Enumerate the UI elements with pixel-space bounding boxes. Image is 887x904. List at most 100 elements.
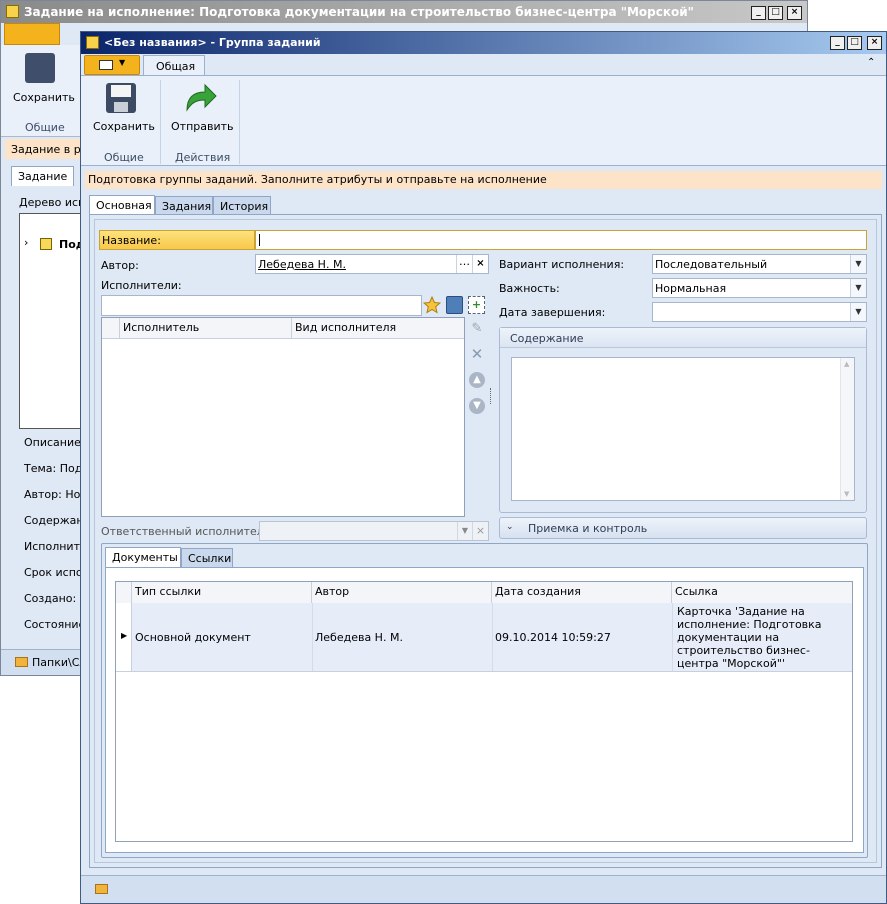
cell-link[interactable]: Карточка 'Задание на исполнение: Подгото…	[677, 605, 849, 670]
ribbon-collapse-icon[interactable]: ⌃	[867, 57, 875, 68]
responsible-label: Ответственный исполнитель:	[101, 525, 275, 538]
variant-select[interactable]: Последовательный ▼	[652, 254, 867, 274]
documents-grid-header: Тип ссылки Автор Дата создания Ссылка	[116, 582, 852, 604]
maximize-button[interactable]: □	[768, 6, 783, 20]
due-date-label: Дата завершения:	[499, 306, 606, 319]
chevron-down-icon: ▼	[119, 58, 126, 67]
scroll-up-icon[interactable]: ▲	[844, 360, 849, 368]
ribbon-tab-general[interactable]: Общая	[143, 55, 205, 76]
row-indicator[interactable]: ▶	[116, 603, 132, 671]
tab-history[interactable]: История	[213, 196, 271, 215]
browse-dots-icon[interactable]: …	[456, 255, 472, 273]
due-date-picker[interactable]: ▼	[652, 302, 867, 322]
table-row[interactable]: ▶ Основной документ Лебедева Н. М. 09.10…	[116, 603, 852, 672]
documents-grid: Тип ссылки Автор Дата создания Ссылка ▶ …	[115, 581, 853, 842]
performers-label: Исполнители:	[101, 279, 182, 292]
column-header-performer-type[interactable]: Вид исполнителя	[292, 318, 464, 338]
variant-label: Вариант исполнения:	[499, 258, 625, 271]
window-title: <Без названия> - Группа заданий	[104, 36, 321, 49]
author-field[interactable]: Лебедева Н. М. … ×	[255, 254, 489, 274]
tab-documents[interactable]: Документы	[105, 547, 181, 567]
cell-author: Лебедева Н. М.	[315, 631, 403, 644]
back-fields-panel: Описание: Тема: Подг Автор: Нов Содержан…	[24, 436, 91, 631]
floppy-icon	[25, 53, 55, 83]
content-group-header: Содержание	[500, 328, 866, 348]
column-header-link[interactable]: Ссылка	[672, 582, 852, 603]
scroll-down-icon[interactable]: ▼	[844, 490, 849, 498]
column-header-author[interactable]: Автор	[312, 582, 492, 603]
move-up-icon[interactable]: ▲	[469, 372, 485, 388]
close-button[interactable]: ×	[867, 36, 882, 50]
chevron-down-icon[interactable]: ▼	[457, 522, 472, 540]
save-button[interactable]: Сохранить	[89, 80, 155, 136]
cell-link-type: Основной документ	[135, 631, 251, 644]
tab-links[interactable]: Ссылки	[181, 548, 233, 567]
checked-task-icon	[40, 238, 52, 250]
titlebar: <Без названия> - Группа заданий _ □ ×	[81, 32, 886, 54]
name-label: Название:	[99, 230, 255, 250]
back-app-menu-button[interactable]	[4, 23, 60, 45]
tab-main[interactable]: Основная	[89, 195, 155, 215]
task-group-icon	[86, 36, 99, 49]
ribbon-tab-row: ▼ Общая ⌃	[81, 54, 886, 76]
move-down-icon[interactable]: ▼	[469, 398, 485, 414]
splitter-grip[interactable]	[490, 388, 493, 404]
importance-select[interactable]: Нормальная ▼	[652, 278, 867, 298]
tab-tasks[interactable]: Задания	[155, 196, 213, 215]
status-bar	[81, 875, 886, 903]
address-book-icon[interactable]	[446, 296, 463, 314]
column-header-created[interactable]: Дата создания	[492, 582, 672, 603]
performers-search-input[interactable]	[101, 295, 422, 316]
ribbon-group-actions: Действия	[175, 151, 231, 164]
minimize-button[interactable]: _	[830, 36, 845, 50]
text-cursor	[259, 234, 260, 246]
ribbon-group-general: Общие	[104, 151, 144, 164]
chevron-down-icon[interactable]: ▼	[850, 303, 866, 321]
acceptance-group-header[interactable]: ⌄ Приемка и контроль	[499, 517, 867, 539]
back-tab-task[interactable]: Задание	[11, 166, 75, 186]
favorites-star-icon[interactable]	[423, 296, 441, 314]
chevron-down-icon: ⌄	[506, 522, 514, 532]
column-header-performer[interactable]: Исполнитель	[120, 318, 292, 338]
minimize-button[interactable]: _	[751, 6, 766, 20]
chevron-down-icon[interactable]: ▼	[850, 279, 866, 297]
importance-label: Важность:	[499, 282, 560, 295]
author-label: Автор:	[101, 259, 139, 272]
chevron-down-icon[interactable]: ▼	[850, 255, 866, 273]
current-row-icon: ▶	[121, 631, 128, 640]
floppy-icon	[106, 83, 136, 113]
front-window: <Без названия> - Группа заданий _ □ × ▼ …	[80, 31, 887, 904]
delete-x-icon[interactable]: ✕	[469, 346, 485, 362]
send-button[interactable]: Отправить	[167, 80, 234, 136]
folder-icon[interactable]	[95, 884, 108, 894]
content-group: Содержание ▲ ▼	[499, 327, 867, 513]
back-group-general: Общие	[25, 121, 65, 134]
clear-x-icon[interactable]: ×	[472, 255, 488, 273]
app-menu-button[interactable]: ▼	[84, 55, 140, 75]
menu-icon	[99, 60, 113, 70]
cell-created: 09.10.2014 10:59:27	[495, 631, 611, 644]
content-scrollbar[interactable]: ▲ ▼	[840, 358, 854, 500]
task-icon	[6, 5, 19, 18]
column-header-link-type[interactable]: Тип ссылки	[132, 582, 312, 603]
clear-x-icon[interactable]: ×	[472, 522, 488, 540]
edit-pencil-icon[interactable]: ✎	[469, 321, 485, 337]
back-tree: › Под	[19, 213, 85, 429]
name-input[interactable]	[255, 230, 867, 250]
maximize-button[interactable]: □	[847, 36, 862, 50]
add-performer-icon[interactable]: +	[468, 296, 485, 314]
ribbon: Сохранить Отправить Общие Действия	[81, 75, 886, 166]
performers-grid-header: Исполнитель Вид исполнителя	[102, 318, 464, 339]
info-bar: Подготовка группы заданий. Заполните атр…	[85, 171, 882, 189]
content-textarea[interactable]: ▲ ▼	[511, 357, 855, 501]
back-save-button[interactable]: Сохранить	[9, 51, 75, 107]
folder-icon	[15, 657, 28, 667]
send-arrow-icon	[186, 83, 217, 112]
tree-node-chevron-icon[interactable]: ›	[24, 236, 28, 249]
responsible-combo[interactable]: ▼ ×	[259, 521, 489, 541]
ribbon-separator	[239, 80, 240, 164]
performers-grid: Исполнитель Вид исполнителя	[101, 317, 465, 517]
back-window-title: Задание на исполнение: Подготовка докуме…	[24, 5, 694, 19]
close-button[interactable]: ×	[787, 6, 802, 20]
ribbon-separator	[160, 80, 161, 164]
